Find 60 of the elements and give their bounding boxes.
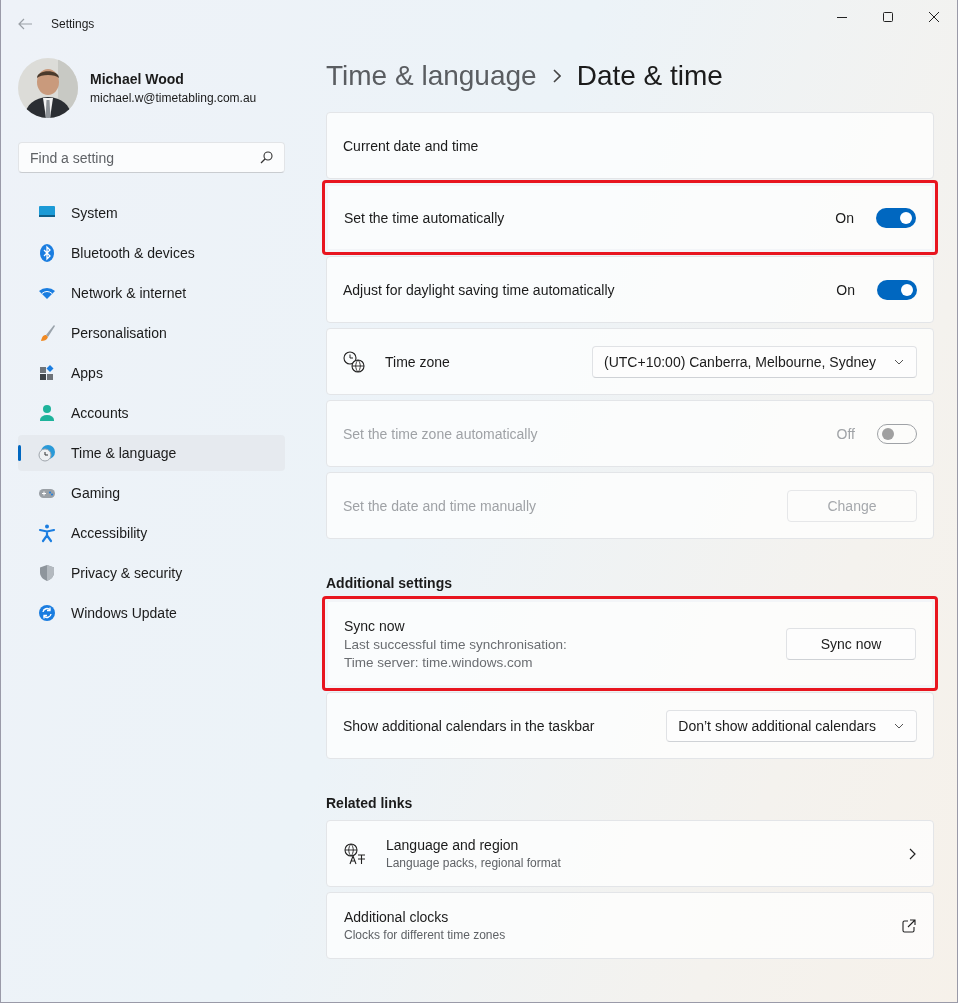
sidebar-item[interactable]: Apps [18,355,285,391]
toggle-switch[interactable] [876,207,916,228]
setting-description: Last successful time synchronisation: [344,636,568,652]
sidebar-item[interactable]: Network & internet [18,275,285,311]
apps-icon [37,363,57,383]
link-description: Clocks for different time zones [344,928,507,942]
setting-label: Set the time zone automatically [343,425,539,442]
language-icon [344,842,366,865]
sidebar-item[interactable]: Gaming [18,475,285,511]
dropdown[interactable]: (UTC+10:00) Canberra, Melbourne, Sydney [592,345,917,378]
sidebar-item[interactable]: Bluetooth & devices [18,235,285,271]
user-email: michael.w@timetabling.com.au [90,91,257,105]
link-title: Additional clocks [344,909,450,925]
clock-globe-icon [37,443,57,463]
section-heading: Additional settings [326,574,453,593]
window-title: Settings [51,17,95,31]
setting-label: Set the time automatically [344,209,506,226]
update-icon [37,603,57,623]
link-description: Language packs, regional format [386,856,562,870]
setting-description: Time server: time.windows.com [344,654,534,670]
bluetooth-icon [37,243,57,263]
sidebar-item[interactable]: Time & language [18,435,285,471]
sidebar-item[interactable]: Privacy & security [18,555,285,591]
setting-label: Time zone [385,353,451,370]
breadcrumb-link[interactable]: Time & language [326,60,537,92]
setting-label: Show additional calendars in the taskbar [343,717,596,734]
close-icon[interactable] [929,12,939,22]
chevron-right-icon [552,69,561,83]
toggle-state: On [835,209,854,226]
setting-label: Sync now [344,617,406,634]
page-title: Date & time [576,60,723,92]
user-name: Michael Wood [90,71,185,87]
search-field[interactable]: Find a setting [18,142,285,173]
sidebar-item[interactable]: Windows Update [18,595,285,631]
section-heading: Related links [326,794,414,813]
toggle-switch[interactable] [877,279,917,300]
toggle-state: Off [836,425,855,442]
link-card[interactable]: Additional clocks Clocks for different time zones [326,892,934,959]
sidebar-item[interactable]: Personalisation [18,315,285,351]
search-icon[interactable] [260,151,273,164]
sidebar-item[interactable]: System [18,195,285,231]
link-title: Language and region [386,837,520,853]
sidebar-item[interactable]: Accounts [18,395,285,431]
external-link-icon [902,918,916,933]
chevron-right-icon [909,847,916,860]
maximize-icon[interactable] [883,12,893,22]
setting-label: Adjust for daylight saving time automatically [343,281,616,298]
person-icon [37,403,57,423]
sidebar-item[interactable]: Accessibility [18,515,285,551]
action-button[interactable]: Sync now [786,627,916,660]
link-card[interactable]: Language and region Language packs, regional format [326,820,934,887]
clock-globe-icon [343,350,365,373]
chevron-down-icon [894,358,904,365]
accessibility-icon [37,523,57,543]
setting-label: Set the date and time manually [343,497,537,514]
shield-icon [37,563,57,583]
setting-label: Current date and time [343,137,480,154]
chevron-down-icon [894,722,904,729]
toggle-state: On [836,281,855,298]
dropdown[interactable]: Don’t show additional calendars [666,709,917,742]
